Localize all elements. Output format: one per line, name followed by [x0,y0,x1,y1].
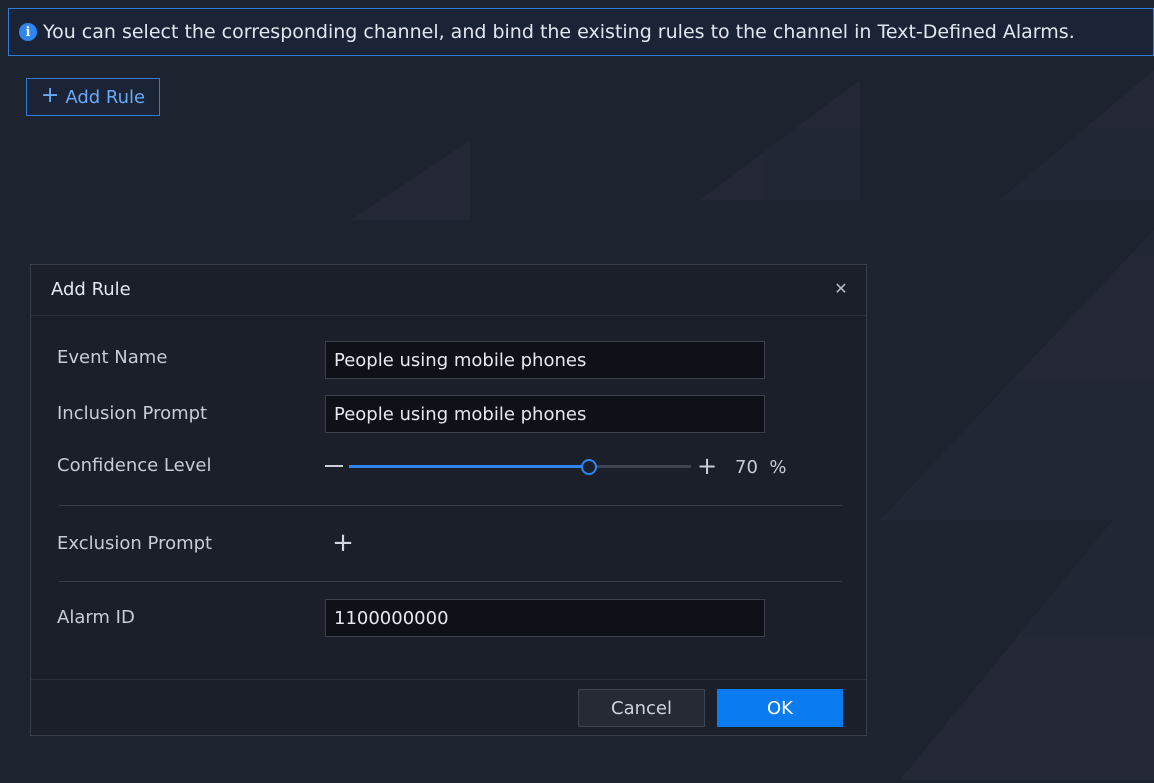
add-rule-dialog: Add Rule ✕ Event Name Inclusion Prompt C… [30,264,867,736]
ok-button[interactable]: OK [717,689,843,727]
alarm-id-input[interactable] [325,599,765,637]
confidence-value-number: 70 [735,457,758,478]
alarm-id-label: Alarm ID [57,607,135,628]
plus-icon[interactable]: + [697,453,717,479]
inclusion-prompt-label: Inclusion Prompt [57,403,208,424]
confidence-unit: % [769,457,787,478]
cancel-button[interactable]: Cancel [578,689,705,727]
dialog-title: Add Rule [51,279,131,300]
plus-icon: + [40,83,60,108]
confidence-level-label: Confidence Level [57,455,212,476]
dialog-footer-divider [31,679,866,680]
add-rule-label: Add Rule [65,86,146,108]
slider-fill [349,465,588,468]
add-exclusion-prompt-button[interactable]: + [331,530,355,556]
event-name-input[interactable] [325,341,765,379]
event-name-label: Event Name [57,347,168,368]
add-rule-button[interactable]: + Add Rule [26,78,160,116]
info-icon: i [19,23,37,41]
slider-thumb[interactable] [581,459,597,475]
minus-icon[interactable] [325,465,343,467]
divider [59,505,842,506]
exclusion-prompt-label: Exclusion Prompt [57,533,213,554]
inclusion-prompt-input[interactable] [325,395,765,433]
info-banner-text: You can select the corresponding channel… [43,21,1075,43]
confidence-value: 70 % [735,457,786,478]
divider [59,581,842,582]
slider-track[interactable] [349,459,691,475]
confidence-slider[interactable]: + [325,453,717,479]
dialog-header: Add Rule ✕ [31,265,866,316]
info-banner: i You can select the corresponding chann… [8,8,1154,56]
close-icon[interactable]: ✕ [832,279,850,298]
